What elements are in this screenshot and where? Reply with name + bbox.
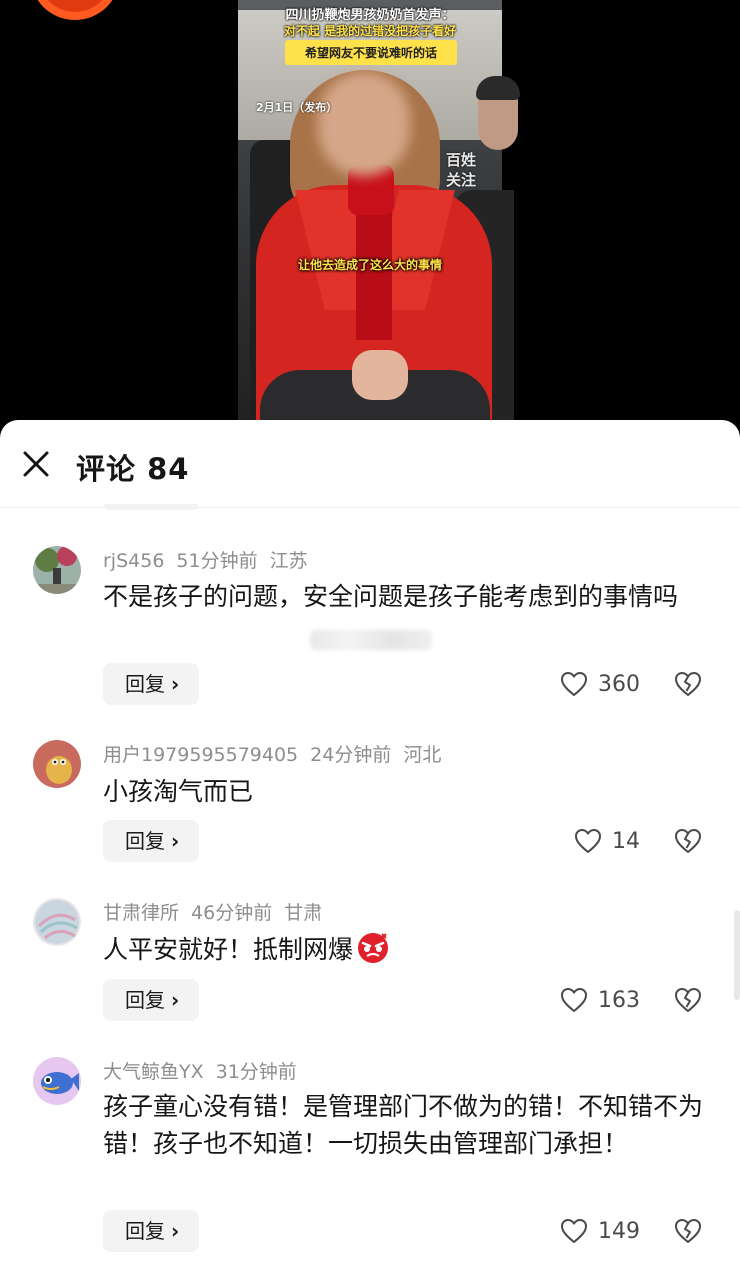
heart-icon (575, 829, 601, 853)
video-player[interactable]: 四川扔鞭炮男孩奶奶首发声： 对不起 是我的过错没把孩子看好 希望网友不要说难听的… (0, 0, 740, 440)
like-count: 360 (598, 671, 640, 697)
avatar[interactable] (33, 1057, 81, 1105)
reply-label: 回复 (125, 672, 165, 696)
like-count: 149 (598, 1218, 640, 1244)
dislike-button[interactable] (674, 663, 706, 705)
comment-sheet: 评论 84 rjS456 51分钟前 江苏 不是孩子的问题，安全问题是孩子能考虑到的… (0, 420, 740, 1280)
close-button[interactable] (20, 448, 52, 480)
comment-text: 人平安就好！抵制网爆 (103, 930, 713, 968)
like-count: 163 (598, 987, 640, 1013)
avatar[interactable] (33, 740, 81, 788)
comment-text: 不是孩子的问题，安全问题是孩子能考虑到的事情吗 (103, 582, 679, 611)
reply-button[interactable]: 回复 › (103, 820, 199, 862)
reply-button[interactable]: 回复 › (103, 979, 199, 1021)
comment-meta: 大气鲸鱼YX 31分钟前 (103, 1057, 297, 1084)
heart-icon (561, 988, 587, 1012)
comment-meta: 甘肃律所 46分钟前 甘肃 (103, 898, 322, 925)
comment-text-content: 人平安就好！抵制网爆 (103, 935, 354, 964)
comment-time: 24分钟前 (310, 744, 392, 766)
comment-time: 31分钟前 (215, 1061, 297, 1083)
chevron-right-icon: › (171, 829, 180, 853)
comment-text: 孩子童心没有错！是管理部门不做为的错！不知错不为错！孩子也不知道！一切损失由管理… (103, 1092, 704, 1158)
chevron-right-icon: › (171, 1219, 180, 1243)
like-count: 14 (612, 828, 640, 854)
comment-meta: 用户1979595579405 24分钟前 河北 (103, 740, 441, 767)
dislike-button[interactable] (674, 1210, 706, 1252)
broken-heart-icon (675, 829, 701, 853)
comment-location: 甘肃 (284, 902, 323, 924)
comment-username[interactable]: 大气鲸鱼YX (103, 1061, 204, 1083)
reply-label: 回复 (125, 1219, 165, 1243)
reply-button[interactable]: 回复 › (103, 1210, 199, 1252)
reply-label: 回复 (125, 988, 165, 1012)
video-caption-banner: 希望网友不要说难听的话 (285, 40, 457, 65)
broken-heart-icon (675, 1219, 701, 1243)
reply-label: 回复 (125, 829, 165, 853)
video-subtitle: 让他去造成了这么大的事情 (297, 258, 442, 272)
close-icon (23, 451, 49, 477)
chevron-right-icon: › (171, 672, 180, 696)
avatar[interactable] (33, 546, 81, 594)
blurred-overlay (310, 630, 432, 650)
avatar[interactable] (33, 898, 81, 946)
like-button[interactable]: 149 (560, 1210, 650, 1252)
video-watermark: 百姓 关注 (446, 151, 477, 189)
chevron-right-icon: › (171, 988, 180, 1012)
comment-username[interactable]: rjS456 (103, 550, 164, 572)
broken-heart-icon (675, 988, 701, 1012)
comment-location: 江苏 (269, 550, 308, 572)
video-date-label: 2月1日（发布） (256, 101, 338, 114)
broken-heart-icon (675, 672, 701, 696)
video-caption-line2: 对不起 是我的过错没把孩子看好 (283, 24, 457, 38)
comment-text: 小孩淘气而已 (103, 777, 254, 806)
angry-face-emoji-icon (358, 933, 389, 963)
like-button[interactable]: 14 (574, 820, 664, 862)
like-button[interactable]: 360 (560, 663, 650, 705)
comment-meta: rjS456 51分钟前 江苏 (103, 546, 308, 573)
heart-icon (561, 672, 587, 696)
app-logo (30, 0, 120, 20)
scrollbar[interactable] (734, 910, 740, 1000)
dislike-button[interactable] (674, 820, 706, 862)
heart-icon (561, 1219, 587, 1243)
comment-username[interactable]: 用户1979595579405 (103, 744, 298, 766)
comment-time: 46分钟前 (191, 902, 273, 924)
comment-time: 51分钟前 (176, 550, 258, 572)
video-caption-title: 四川扔鞭炮男孩奶奶首发声： (285, 8, 455, 23)
comment-sheet-header: 评论 84 (0, 420, 740, 508)
reply-button[interactable]: 回复 › (103, 663, 199, 705)
comment-username[interactable]: 甘肃律所 (103, 902, 179, 924)
like-button[interactable]: 163 (560, 979, 650, 1021)
comments-title: 评论 84 (76, 452, 190, 486)
comment-location: 河北 (403, 744, 442, 766)
blurred-face (318, 72, 410, 176)
previous-reply-button-edge (104, 504, 198, 510)
dislike-button[interactable] (674, 979, 706, 1021)
